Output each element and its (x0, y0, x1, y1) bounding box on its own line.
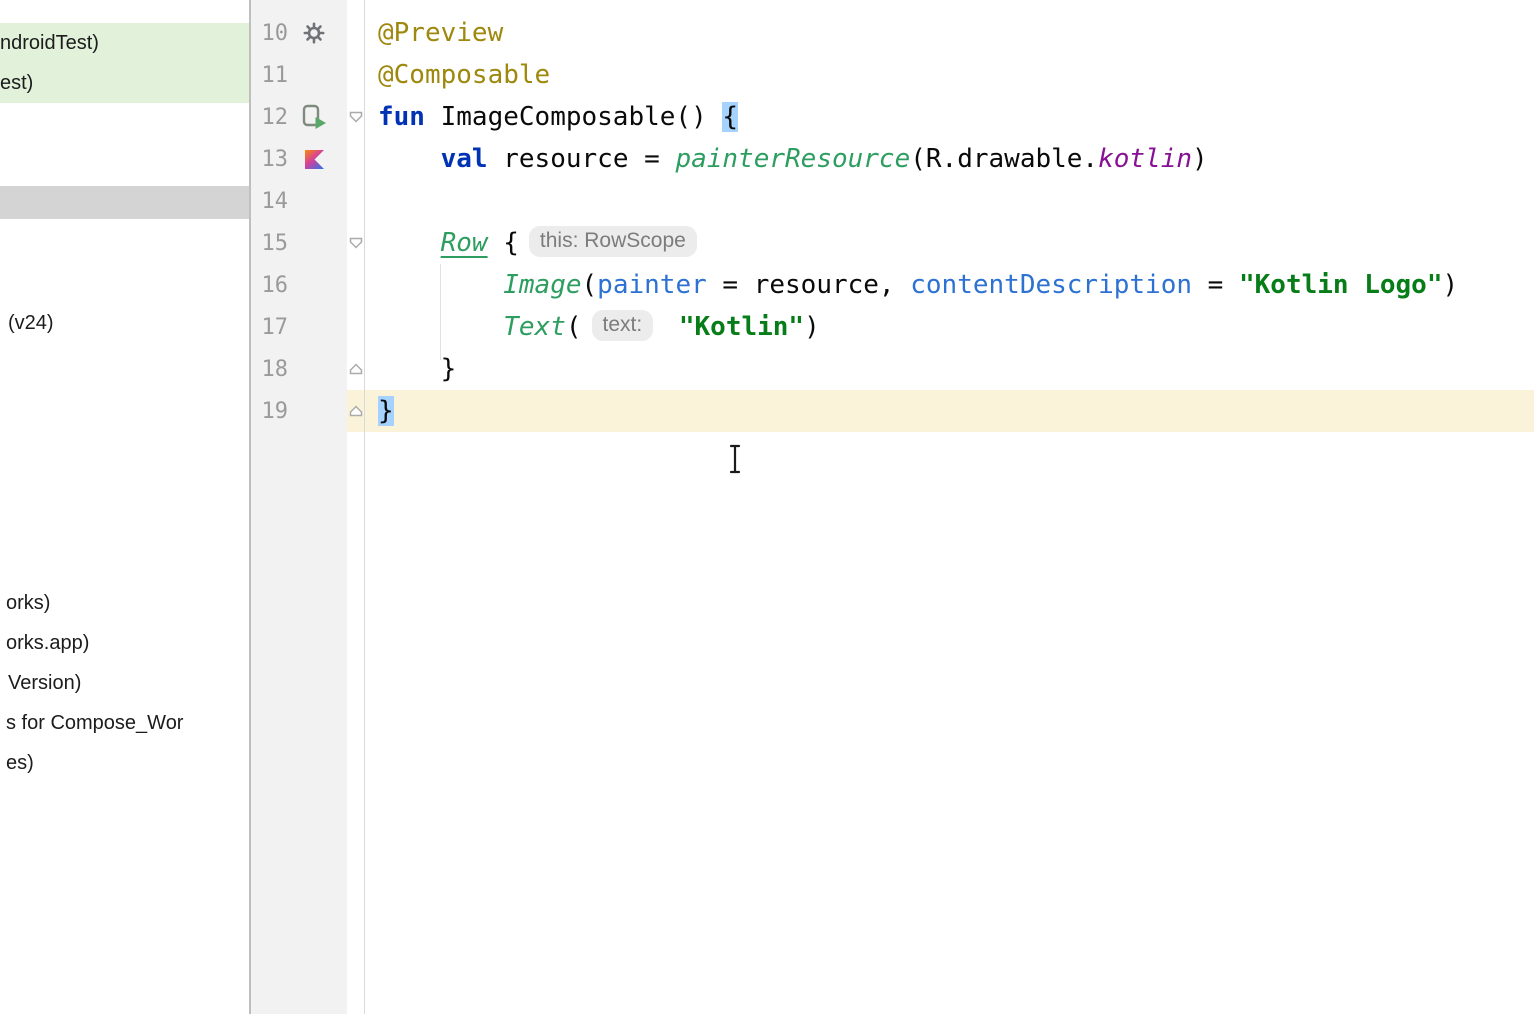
kotlin-file-icon (297, 145, 331, 173)
code-token: { (488, 228, 519, 258)
gutter-line: 10 (251, 12, 364, 54)
project-tree-item[interactable] (0, 186, 249, 219)
code-line (378, 180, 1534, 222)
code-token: Row (441, 228, 488, 258)
run-preview-icon[interactable] (297, 103, 331, 131)
code-token (378, 270, 503, 300)
code-token: } (378, 354, 456, 384)
ide-window: ndroidTest) est) (v24) orks) orks.app) Versio… (0, 0, 1534, 1014)
gutter-line: 11 (251, 54, 364, 96)
code-token: "Kotlin Logo" (1239, 270, 1443, 300)
code-token: resource = (503, 144, 675, 174)
fold-marker[interactable] (348, 404, 364, 418)
project-tree-item[interactable]: ndroidTest) (0, 23, 249, 63)
code-line: } (378, 390, 1534, 432)
code-token (378, 228, 441, 258)
gear-icon[interactable] (297, 19, 331, 47)
code-line: @Composable (378, 54, 1534, 96)
line-number: 18 (251, 357, 288, 382)
code-token (378, 144, 441, 174)
code-token: Image (503, 270, 581, 300)
project-tree-item[interactable]: es) (0, 743, 249, 783)
tree-item-label: orks) (6, 592, 50, 615)
code-token: val (441, 144, 504, 174)
code-token: painterResource (675, 144, 910, 174)
code-token (663, 312, 679, 342)
code-token: painter (597, 270, 707, 300)
code-token: ( (566, 312, 582, 342)
code-token: ImageComposable() (441, 102, 723, 132)
fold-marker[interactable] (348, 362, 364, 376)
code-token: } (378, 396, 394, 426)
project-tree-item[interactable]: est) (0, 63, 249, 103)
code-token: = (1192, 270, 1239, 300)
code-token (378, 312, 503, 342)
code-token: ) (1442, 270, 1458, 300)
code-token: contentDescription (910, 270, 1192, 300)
line-number: 16 (251, 273, 288, 298)
inlay-hint-chip: this: RowScope (529, 226, 697, 256)
line-number: 11 (251, 63, 288, 88)
code-token: @Preview (378, 18, 503, 48)
code-line: @Preview (378, 12, 1534, 54)
gutter-line: 16 (251, 264, 364, 306)
tree-item-label: es) (6, 752, 34, 775)
code-token: = resource, (707, 270, 911, 300)
code-token: ) (1192, 144, 1208, 174)
line-number: 15 (251, 231, 288, 256)
project-tree-item[interactable]: s for Compose_Wor (0, 703, 249, 743)
code-line: Image(painter = resource, contentDescrip… (378, 264, 1534, 306)
line-number: 14 (251, 189, 288, 214)
gutter-line: 14 (251, 180, 364, 222)
code-token: ( (582, 270, 598, 300)
code-token: { (722, 102, 738, 132)
line-number: 10 (251, 21, 288, 46)
project-tree-item[interactable]: (v24) (0, 303, 249, 343)
code-token: ) (804, 312, 820, 342)
line-number: 19 (251, 399, 288, 424)
tree-item-label: s for Compose_Wor (6, 712, 183, 735)
code-token: @Composable (378, 60, 550, 90)
code-line: Row { this: RowScope (378, 222, 1534, 264)
code-token: Text (503, 312, 566, 342)
code-editor[interactable]: @Preview @Composable fun ImageComposable()… (365, 0, 1534, 1014)
code-line: Text( text: "Kotlin") (378, 306, 1534, 348)
tree-item-label: orks.app) (6, 632, 89, 655)
project-panel: ndroidTest) est) (v24) orks) orks.app) Versio… (0, 0, 249, 1014)
tree-item-label: (v24) (8, 312, 54, 335)
tree-item-label: ndroidTest) (0, 32, 99, 55)
gutter-line: 13 (251, 138, 364, 180)
tree-item-label: est) (0, 72, 33, 95)
project-tree-item[interactable]: orks.app) (0, 623, 249, 663)
inlay-hint-chip: text: (592, 310, 654, 340)
project-tree-item[interactable]: Version) (0, 663, 249, 703)
code-token: "Kotlin" (679, 312, 804, 342)
ibeam-cursor (725, 443, 745, 480)
gutter-line: 17 (251, 306, 364, 348)
code-token: (R.drawable. (910, 144, 1098, 174)
fold-marker[interactable] (348, 236, 364, 250)
code-line: fun ImageComposable() { (378, 96, 1534, 138)
code-token: kotlin (1098, 144, 1192, 174)
line-number: 17 (251, 315, 288, 340)
project-tree-item[interactable]: orks) (0, 583, 249, 623)
code-line: val resource = painterResource(R.drawabl… (378, 138, 1534, 180)
line-number: 12 (251, 105, 288, 130)
tree-item-label: Version) (8, 672, 81, 695)
fold-marker[interactable] (348, 110, 364, 124)
line-number: 13 (251, 147, 288, 172)
code-token: fun (378, 102, 441, 132)
code-line: } (378, 348, 1534, 390)
